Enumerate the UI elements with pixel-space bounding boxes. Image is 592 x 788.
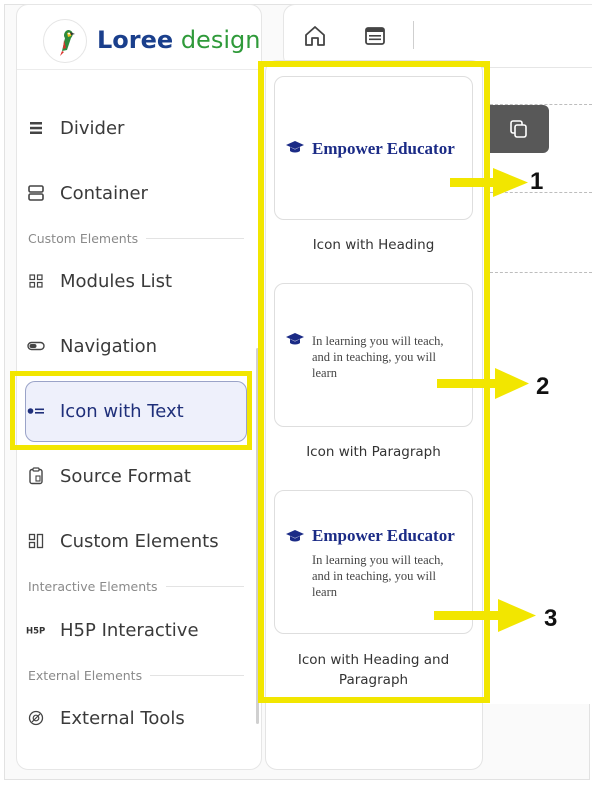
section-label-text: Custom Elements [28, 231, 139, 246]
section-label-interactive: Interactive Elements [28, 579, 244, 594]
source-format-icon [26, 466, 46, 486]
sidebar-item-h5p-interactive[interactable]: H5P H5P Interactive [26, 610, 246, 650]
annotation-arrow-3 [434, 599, 536, 632]
copy-button[interactable] [490, 105, 549, 153]
annotation-number-3: 3 [544, 605, 558, 632]
custom-elements-icon [26, 531, 46, 551]
icon-with-text-icon [26, 401, 46, 421]
section-label-custom: Custom Elements [28, 231, 244, 246]
sidebar-item-label: H5P Interactive [60, 619, 199, 641]
annotation-number-1: 1 [530, 168, 544, 195]
sidebar-item-navigation[interactable]: Navigation [26, 326, 246, 366]
loree-logo[interactable] [43, 19, 87, 63]
sidebar-item-label: Modules List [60, 270, 173, 292]
annotation-arrow-1 [450, 168, 528, 197]
sidebar-item-label: Custom Elements [60, 530, 219, 552]
navigation-icon [26, 336, 46, 356]
sidebar-item-external-tools[interactable]: External Tools [26, 698, 246, 738]
brand-name: Loree design [97, 25, 260, 55]
section-label-external: External Elements [28, 668, 244, 683]
annotation-arrow-2 [437, 368, 529, 399]
annotation-number-2: 2 [536, 373, 550, 400]
brand-name-bold: Loree [97, 26, 174, 54]
divider-icon [26, 118, 46, 138]
parrot-logo-icon [60, 30, 75, 56]
template-icon[interactable] [362, 23, 388, 49]
svg-text:H5P: H5P [26, 627, 45, 637]
sidebar-item-label: Source Format [60, 465, 191, 487]
external-tools-icon [26, 708, 46, 728]
sidebar-item-custom-elements[interactable]: Custom Elements [26, 521, 246, 561]
sidebar-item-label: External Tools [60, 707, 185, 729]
container-icon [26, 183, 46, 203]
sidebar-item-modules-list[interactable]: Modules List [26, 261, 246, 301]
sidebar-item-divider[interactable]: Divider [26, 108, 246, 148]
sidebar-item-label: Icon with Text [60, 400, 184, 422]
modules-list-icon [26, 271, 46, 291]
sidebar-item-label: Container [60, 182, 148, 204]
toolbar-divider [413, 21, 414, 49]
brand-header: Loree design [17, 5, 261, 70]
sidebar-item-icon-with-text[interactable]: Icon with Text [26, 391, 246, 431]
canvas-dashed-line [490, 272, 592, 273]
section-label-text: External Elements [28, 668, 143, 683]
section-label-text: Interactive Elements [28, 579, 158, 594]
copy-icon [510, 120, 527, 138]
home-icon[interactable] [302, 23, 328, 49]
brand-name-light: design [180, 26, 261, 54]
sidebar-item-source-format[interactable]: Source Format [26, 456, 246, 496]
top-toolbar [283, 4, 592, 68]
sidebar-item-label: Divider [60, 117, 125, 139]
sidebar-item-container[interactable]: Container [26, 173, 246, 213]
sidebar-item-label: Navigation [60, 335, 158, 357]
h5p-icon: H5P [26, 620, 46, 640]
